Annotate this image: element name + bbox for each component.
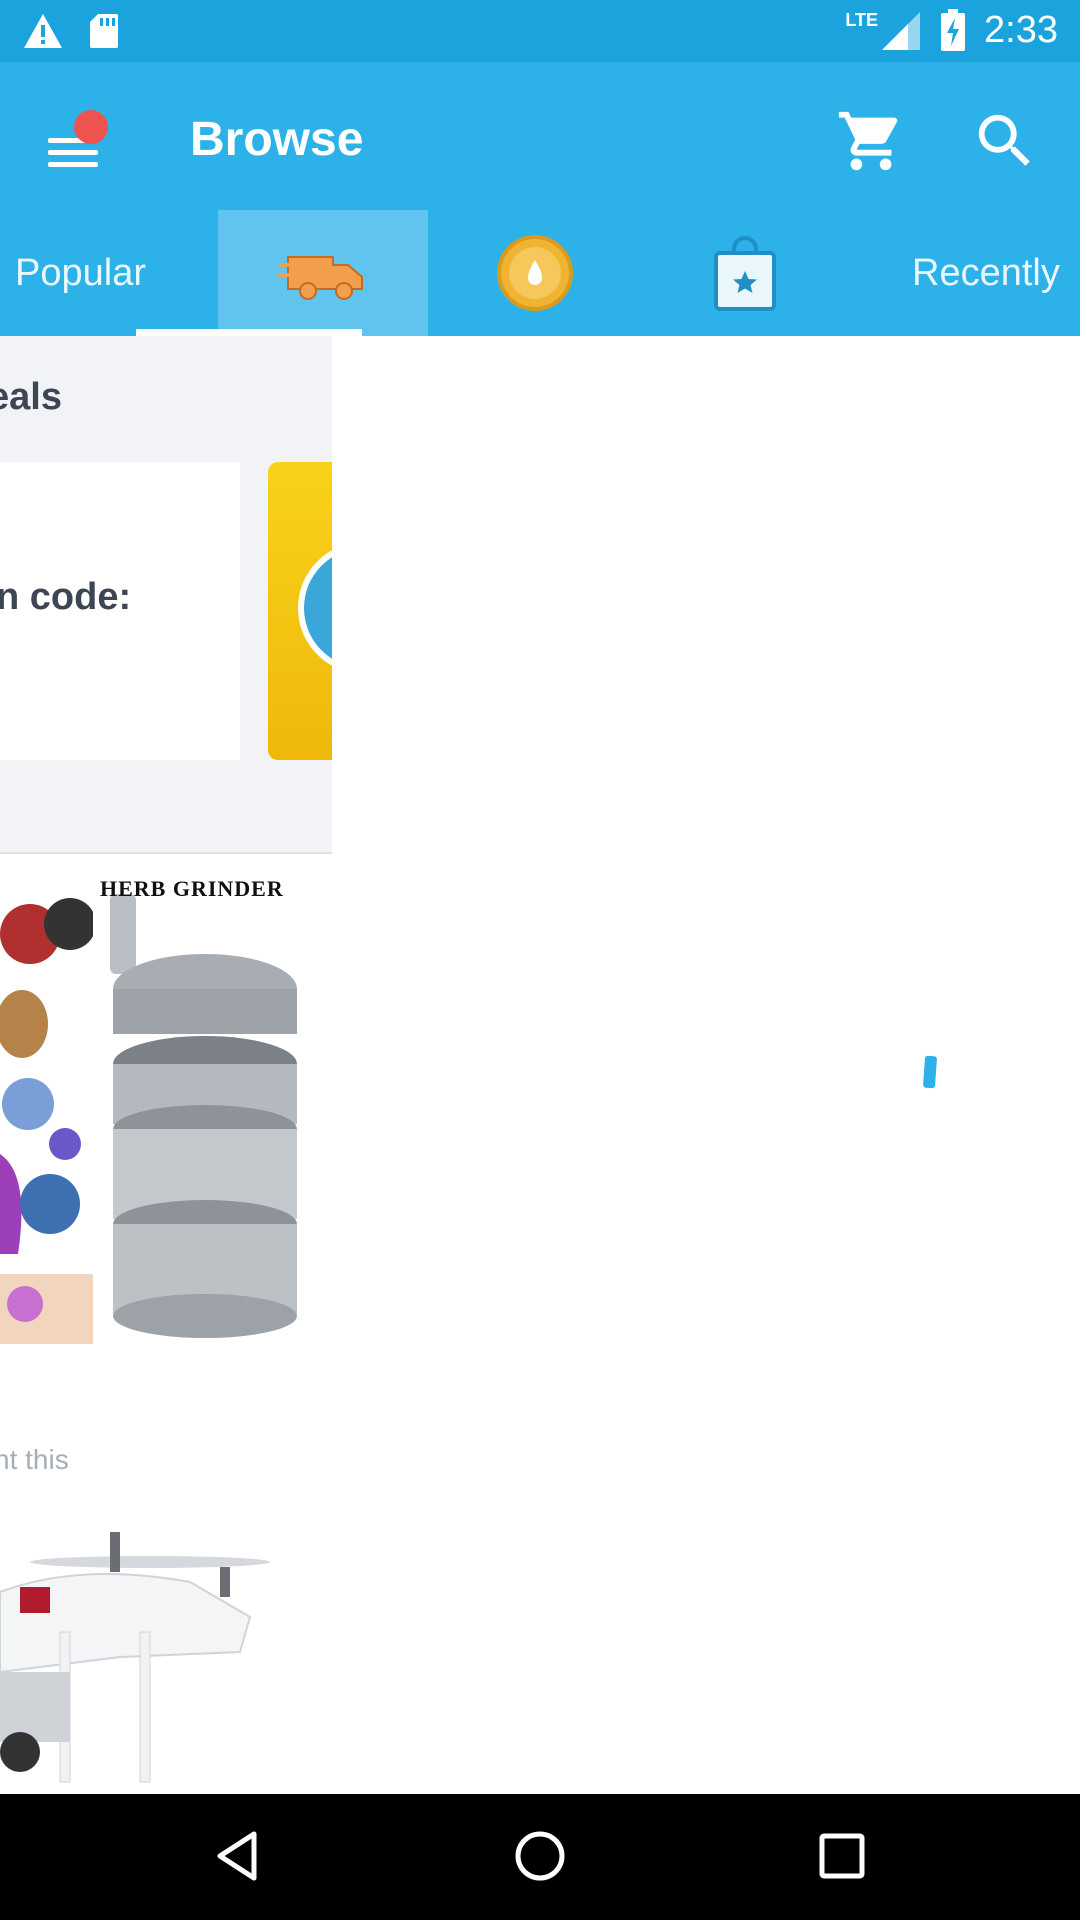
status-bar: LTE 2:33: [0, 0, 1080, 62]
page-title: Browse: [190, 113, 364, 166]
tab-label: Popular: [15, 251, 146, 294]
deal-card-text: n code:: [0, 576, 132, 618]
deal-card[interactable]: [268, 462, 332, 760]
cart-button[interactable]: [836, 106, 906, 176]
tab-recently[interactable]: Recently: [900, 210, 1080, 336]
search-icon: [978, 114, 1030, 166]
loading-indicator: [922, 1055, 938, 1089]
back-button[interactable]: [208, 1826, 268, 1886]
sd-card-icon: [90, 14, 118, 48]
network-type: LTE: [845, 9, 879, 30]
shopping-bag-star-icon: [714, 236, 776, 311]
app-bar: Browse Popular Recently: [0, 62, 1080, 336]
deal-card[interactable]: n code:: [0, 462, 240, 760]
coin-icon: [497, 235, 573, 311]
deals-section: eals n code:: [0, 336, 332, 854]
tab-popular[interactable]: Popular: [0, 210, 215, 336]
sliding-page: eals n code: HERB GRINDER: [0, 336, 332, 1794]
menu-icon-line: [48, 162, 98, 167]
fast-delivery-icon: [278, 256, 363, 300]
notification-dot: [74, 110, 108, 144]
home-button[interactable]: [510, 1826, 570, 1886]
menu-icon-line: [48, 150, 98, 155]
category-tabs: Popular Recently: [0, 210, 1080, 336]
content-area: eals n code: HERB GRINDER: [0, 336, 1080, 1794]
back-icon: [217, 1831, 257, 1881]
tab-shopping-bag[interactable]: [670, 210, 820, 336]
home-icon: [515, 1831, 565, 1881]
menu-button[interactable]: [40, 110, 110, 180]
tab-indicator: [136, 329, 362, 336]
cart-icon: [838, 111, 898, 171]
search-button[interactable]: [970, 106, 1040, 176]
section-title: eals: [0, 376, 62, 418]
product-subtext: nt this: [0, 1444, 69, 1475]
tab-label: Recently: [912, 251, 1060, 294]
system-nav-bar: [0, 1794, 1080, 1920]
signal-icon: [882, 12, 921, 50]
recents-button[interactable]: [812, 1826, 872, 1886]
tab-coin[interactable]: [460, 210, 610, 336]
tab-fast-delivery[interactable]: [218, 210, 428, 336]
recents-icon: [819, 1833, 865, 1879]
battery-charging-icon: [941, 9, 966, 51]
status-time: 2:33: [984, 8, 1058, 51]
drone-image: [0, 1522, 310, 1794]
clock-image: [298, 542, 332, 674]
product-image[interactable]: HERB GRINDER: [0, 874, 300, 1354]
image-label: HERB GRINDER: [100, 876, 284, 901]
warning-icon: [24, 14, 62, 48]
herb-grinder-image: [0, 874, 297, 1354]
drone-product-image[interactable]: [0, 1522, 310, 1794]
